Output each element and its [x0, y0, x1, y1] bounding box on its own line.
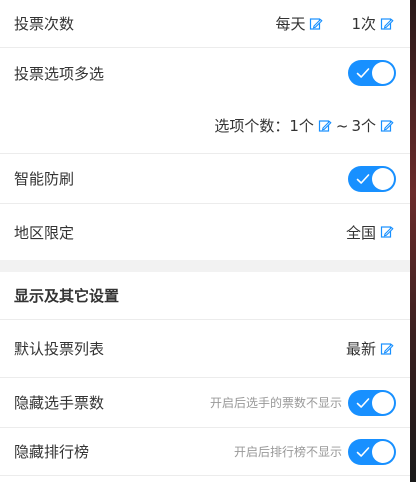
edit-default-list-icon[interactable] [380, 342, 394, 356]
check-icon [356, 446, 370, 458]
default-list-row: 默认投票列表 最新 [0, 320, 410, 378]
hide-votes-settings: 开启后选手的票数不显示 [209, 389, 396, 416]
option-range-separator: ~ [335, 116, 349, 135]
vote-count-settings: 每天 1次 [275, 13, 396, 34]
option-count-row: 选项个数： 1个 ~ 3个 [0, 98, 410, 154]
region-value: 全国 [345, 223, 376, 242]
vote-count-value: 1次 [351, 15, 376, 33]
hide-rank-row: 隐藏排行榜 开启后排行榜不显示 [0, 428, 410, 476]
section-title: 显示及其它设置 [14, 287, 120, 305]
hide-votes-toggle[interactable] [348, 389, 396, 416]
section-divider [0, 260, 410, 272]
default-list-settings: 最新 [346, 338, 396, 359]
vote-count-label: 投票次数 [14, 15, 75, 33]
multi-select-row: 投票选项多选 [0, 48, 410, 98]
option-count-label: 选项个数： [214, 117, 290, 135]
settings-panel: 投票次数 每天 1次 投票选项多选 选项个数： 1个 ~ 3个 智能防刷 地区限… [0, 0, 410, 482]
option-min-value: 1个 [289, 117, 314, 135]
vote-period-value: 每天 [275, 15, 306, 33]
vote-count-row: 投票次数 每天 1次 [0, 0, 410, 48]
default-list-label: 默认投票列表 [14, 340, 105, 358]
edit-min-icon[interactable] [318, 119, 332, 133]
display-settings-header: 显示及其它设置 [0, 272, 410, 320]
anti-cheat-label: 智能防刷 [14, 170, 75, 188]
multi-select-label: 投票选项多选 [14, 64, 105, 83]
region-row: 地区限定 全国 [0, 204, 410, 260]
check-icon [356, 173, 370, 185]
option-count-settings: 选项个数： 1个 ~ 3个 [214, 115, 396, 136]
hide-votes-label: 隐藏选手票数 [14, 394, 105, 412]
multi-select-toggle[interactable] [348, 60, 396, 86]
default-list-value: 最新 [345, 340, 376, 358]
edit-region-icon[interactable] [380, 225, 394, 239]
toggle-knob [372, 391, 394, 414]
hide-rank-label: 隐藏排行榜 [14, 443, 90, 461]
option-max-value: 3个 [351, 117, 376, 135]
edit-count-icon[interactable] [380, 17, 394, 31]
toggle-knob [372, 167, 394, 190]
anti-cheat-toggle[interactable] [348, 165, 396, 192]
hide-rank-hint: 开启后排行榜不显示 [233, 445, 342, 459]
toggle-knob [372, 62, 394, 84]
region-label: 地区限定 [14, 223, 75, 242]
hide-votes-hint: 开启后选手的票数不显示 [209, 396, 342, 410]
hide-rank-toggle[interactable] [348, 438, 396, 465]
region-settings: 全国 [346, 222, 396, 243]
edit-period-icon[interactable] [309, 17, 323, 31]
check-icon [356, 397, 370, 409]
edit-max-icon[interactable] [380, 119, 394, 133]
check-icon [356, 67, 370, 79]
hide-votes-row: 隐藏选手票数 开启后选手的票数不显示 [0, 378, 410, 428]
background-edge [410, 0, 416, 482]
hide-rank-settings: 开启后排行榜不显示 [233, 438, 396, 465]
toggle-knob [372, 440, 394, 463]
anti-cheat-row: 智能防刷 [0, 154, 410, 204]
